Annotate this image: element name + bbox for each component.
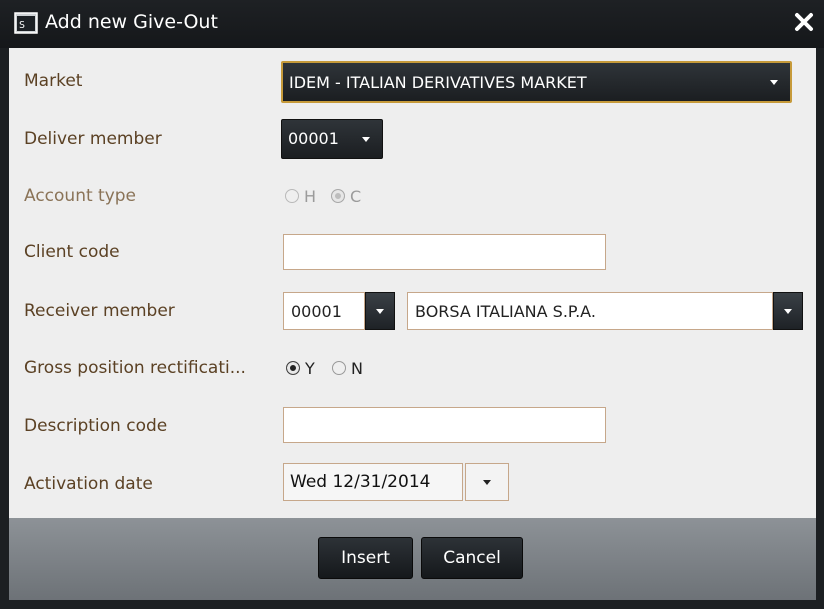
close-icon[interactable] [792,10,816,34]
activation-date-input[interactable]: Wed 12/31/2014 [283,463,463,501]
market-label: Market [24,71,83,91]
account-type-c-label: C [350,187,362,206]
description-code-label: Description code [24,416,168,436]
account-type-label: Account type [24,186,137,206]
market-value: IDEM - ITALIAN DERIVATIVES MARKET [289,73,587,92]
account-type-c-radio[interactable] [331,189,345,203]
account-type-h-radio[interactable] [285,189,299,203]
chevron-down-icon [483,480,491,485]
dialog-footer: Insert Cancel [9,518,816,600]
deliver-member-value: 00001 [288,129,339,148]
receiver-code-value: 00001 [291,302,342,321]
chevron-down-icon [784,309,792,314]
receiver-name-value: BORSA ITALIANA S.P.A. [415,302,596,321]
activation-date-label: Activation date [24,474,153,494]
description-code-input[interactable] [283,407,606,443]
market-select[interactable]: IDEM - ITALIAN DERIVATIVES MARKET [281,61,792,103]
terminal-window-icon: S [14,12,38,34]
svg-text:S: S [19,20,25,31]
account-type-h-label: H [304,187,317,206]
receiver-code-dropdown-button[interactable] [365,292,395,330]
cancel-button[interactable]: Cancel [421,537,523,579]
form-body: Market IDEM - ITALIAN DERIVATIVES MARKET… [9,48,816,518]
insert-button[interactable]: Insert [318,537,413,579]
receiver-name-input[interactable]: BORSA ITALIANA S.P.A. [407,292,773,330]
gross-position-y-label: Y [305,359,315,378]
chevron-down-icon [362,137,370,142]
gross-position-n-label: N [351,359,363,378]
gross-position-y-radio[interactable] [286,361,300,375]
deliver-member-select[interactable]: 00001 [281,119,383,159]
give-out-dialog: S Add new Give-Out Market IDEM - ITALIAN… [0,0,824,609]
chevron-down-icon [770,80,778,85]
client-code-label: Client code [24,242,120,262]
dialog-title: Add new Give-Out [45,11,218,33]
gross-position-radio-group: Y N [286,359,406,379]
chevron-down-icon [376,309,384,314]
activation-date-value: Wed 12/31/2014 [290,472,431,492]
gross-position-n-radio[interactable] [332,361,346,375]
title-bar[interactable]: S Add new Give-Out [0,0,824,48]
receiver-member-label: Receiver member [24,301,175,321]
account-type-radio-group: H C [285,187,405,207]
client-code-input[interactable] [283,234,606,270]
calendar-dropdown-button[interactable] [465,463,509,501]
gross-position-label: Gross position rectificati... [24,358,246,378]
receiver-name-dropdown-button[interactable] [773,292,803,330]
receiver-code-input[interactable]: 00001 [283,292,365,330]
deliver-member-label: Deliver member [24,129,162,149]
